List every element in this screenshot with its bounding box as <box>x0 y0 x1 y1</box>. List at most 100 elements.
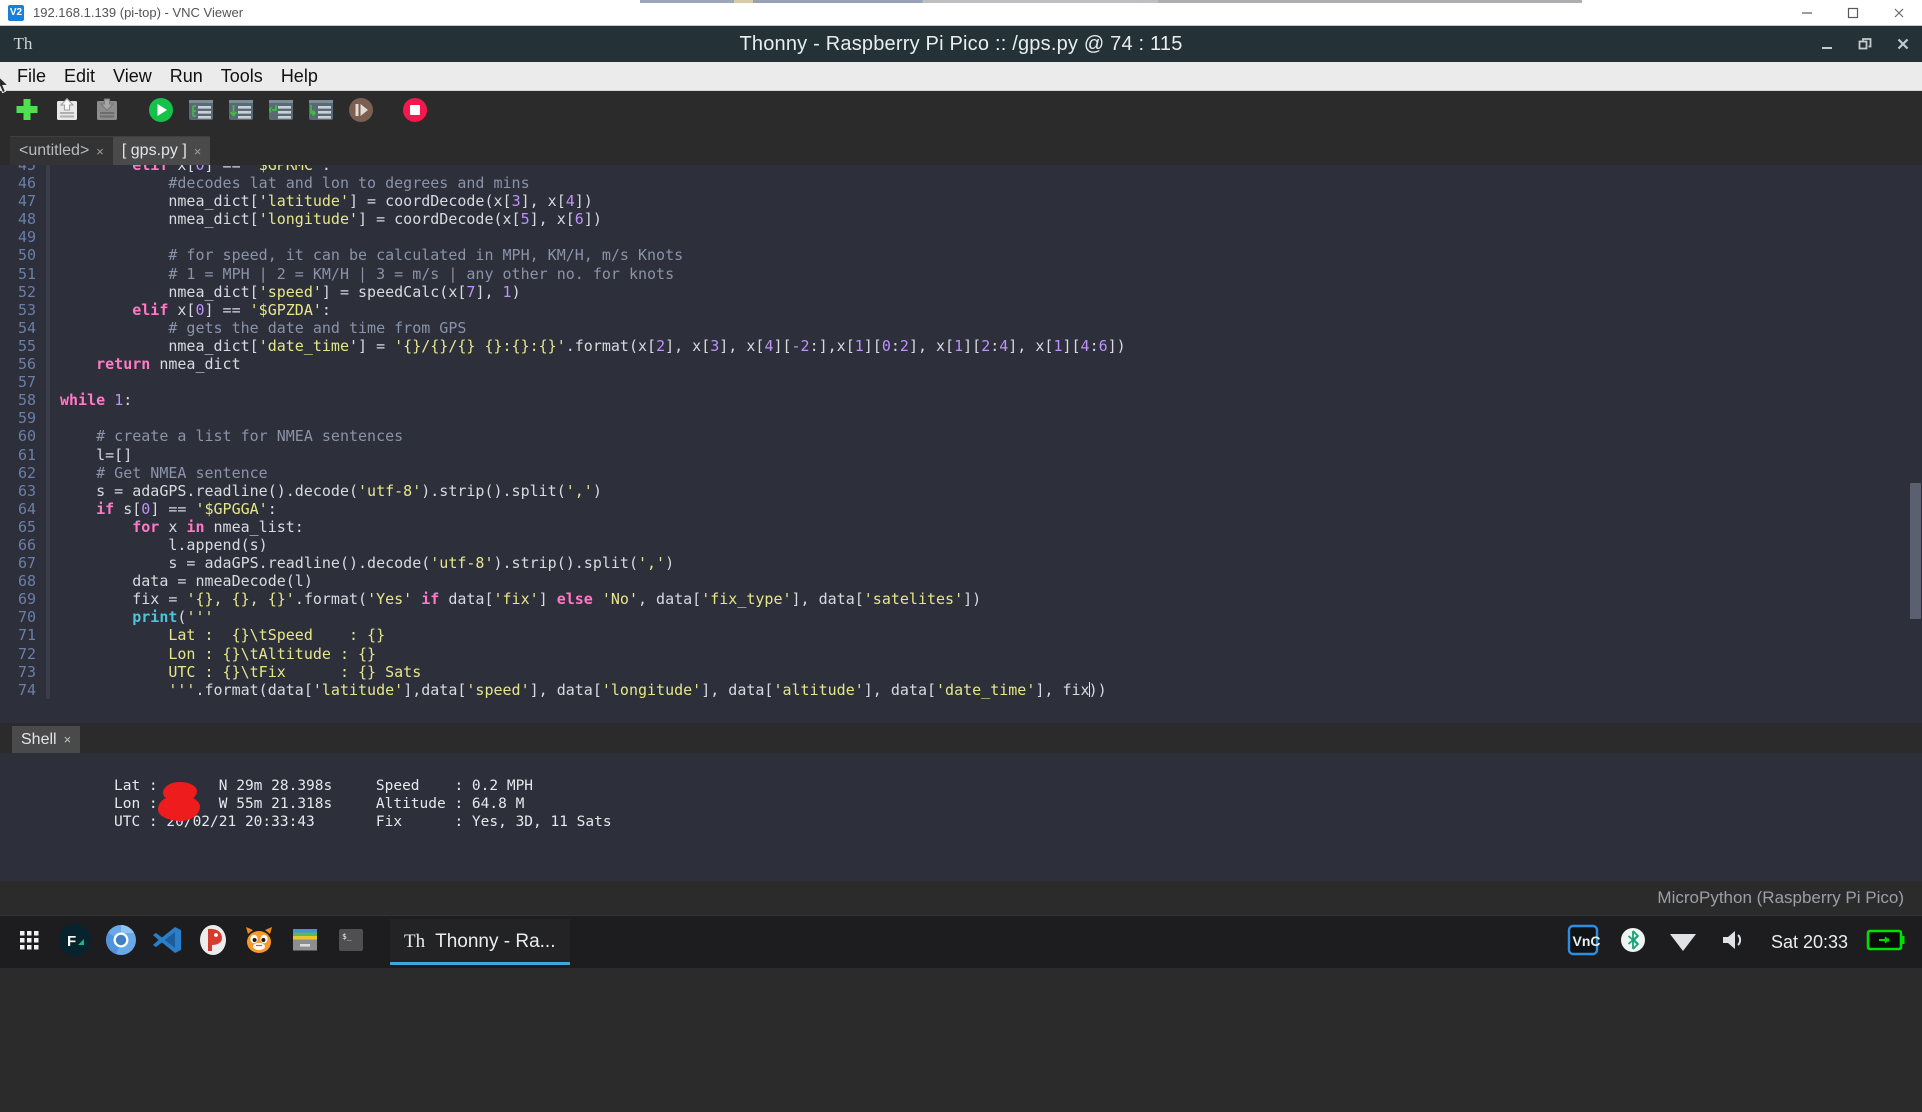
code-text[interactable]: Lon : {}\tAltitude : {} <box>50 645 376 663</box>
code-line[interactable]: 48 nmea_dict['longitude'] = coordDecode(… <box>0 210 1922 229</box>
code-line[interactable]: 49 <box>0 228 1922 247</box>
code-text[interactable]: for x in nmea_list: <box>50 518 304 536</box>
launcher-chromium[interactable] <box>98 919 144 965</box>
code-text[interactable]: l.append(s) <box>50 536 267 554</box>
thonny-close-button[interactable] <box>1884 26 1922 62</box>
code-text[interactable]: data = nmeaDecode(l) <box>50 572 313 590</box>
launcher-terminal[interactable]: $_ <box>328 919 374 965</box>
editor-tab-untitled[interactable]: <untitled> × <box>10 136 113 165</box>
wifi-button[interactable] <box>1661 920 1705 964</box>
code-line[interactable]: 58 while 1: <box>0 391 1922 410</box>
taskbar-window-thonny[interactable]: Th Thonny - Ra... <box>390 919 570 965</box>
code-line[interactable]: 46 #decodes lat and lon to degrees and m… <box>0 174 1922 193</box>
code-line[interactable]: 59 <box>0 409 1922 428</box>
code-text[interactable]: # 1 = MPH | 2 = KM/H | 3 = m/s | any oth… <box>50 265 674 283</box>
code-text[interactable]: l=[] <box>50 446 132 464</box>
code-line[interactable]: 65 for x in nmea_list: <box>0 517 1922 536</box>
code-line[interactable]: 72 Lon : {}\tAltitude : {} <box>0 644 1922 663</box>
volume-button[interactable] <box>1711 920 1755 964</box>
new-file-button[interactable] <box>10 95 44 129</box>
code-text[interactable]: # gets the date and time from GPS <box>50 319 466 337</box>
debug-button[interactable] <box>184 95 218 129</box>
menu-view[interactable]: View <box>104 63 161 89</box>
code-text[interactable]: print(''' <box>50 608 213 626</box>
thonny-restore-button[interactable] <box>1846 26 1884 62</box>
save-file-button[interactable] <box>90 95 124 129</box>
menu-help[interactable]: Help <box>272 63 327 89</box>
step-out-button[interactable] <box>304 95 338 129</box>
battery-button[interactable] <box>1864 920 1908 964</box>
code-text[interactable]: nmea_dict['speed'] = speedCalc(x[7], 1) <box>50 283 520 301</box>
step-into-button[interactable] <box>264 95 298 129</box>
launcher-vscode[interactable] <box>144 919 190 965</box>
code-line[interactable]: 68 data = nmeaDecode(l) <box>0 572 1922 591</box>
shell-tab[interactable]: Shell × <box>12 726 81 753</box>
launcher-file-manager[interactable] <box>282 919 328 965</box>
menu-tools[interactable]: Tools <box>212 63 272 89</box>
editor-tab-gps-py[interactable]: [ gps.py ] × <box>112 136 211 165</box>
code-text[interactable]: nmea_dict['latitude'] = coordDecode(x[3]… <box>50 192 592 210</box>
thonny-minimize-button[interactable] <box>1808 26 1846 62</box>
code-line[interactable]: 60 # create a list for NMEA sentences <box>0 427 1922 446</box>
code-text[interactable]: while 1: <box>50 391 132 409</box>
menu-run[interactable]: Run <box>161 63 212 89</box>
code-text[interactable]: return nmea_dict <box>50 355 241 373</box>
bluetooth-button[interactable] <box>1611 920 1655 964</box>
vnc-tray-button[interactable]: VnC <box>1561 920 1605 964</box>
code-text[interactable]: # Get NMEA sentence <box>50 464 268 482</box>
resume-button[interactable] <box>344 95 378 129</box>
code-line[interactable]: 50 # for speed, it can be calculated in … <box>0 246 1922 265</box>
code-text[interactable]: #decodes lat and lon to degrees and mins <box>50 174 529 192</box>
editor-tab-close-icon[interactable]: × <box>194 144 202 159</box>
code-line[interactable]: 52 nmea_dict['speed'] = speedCalc(x[7], … <box>0 282 1922 301</box>
vnc-close-button[interactable] <box>1876 0 1922 25</box>
code-line[interactable]: 67 s = adaGPS.readline().decode('utf-8')… <box>0 554 1922 573</box>
code-text[interactable]: nmea_dict['longitude'] = coordDecode(x[5… <box>50 210 602 228</box>
code-line[interactable]: 57 <box>0 373 1922 392</box>
code-line[interactable]: 55 nmea_dict['date_time'] = '{}/{}/{} {}… <box>0 336 1922 356</box>
open-file-button[interactable] <box>50 95 84 129</box>
taskbar-clock[interactable]: Sat 20:33 <box>1761 932 1858 953</box>
code-line[interactable]: 62 # Get NMEA sentence <box>0 463 1922 482</box>
menu-edit[interactable]: Edit <box>55 63 104 89</box>
code-text[interactable]: # create a list for NMEA sentences <box>50 427 403 445</box>
code-line[interactable]: 69 fix = '{}, {}, {}'.format('Yes' if da… <box>0 590 1922 609</box>
code-line[interactable]: 74 '''.format(data['latitude'],data['spe… <box>0 680 1922 699</box>
code-text[interactable] <box>50 409 60 427</box>
code-text[interactable]: elif x[0] == '$GPZDA': <box>50 301 331 319</box>
code-text[interactable]: nmea_dict['date_time'] = '{}/{}/{} {}:{}… <box>50 337 1125 355</box>
vnc-maximize-button[interactable] <box>1830 0 1876 25</box>
code-text[interactable]: if s[0] == '$GPGGA': <box>50 500 277 518</box>
code-text[interactable]: fix = '{}, {}, {}'.format('Yes' if data[… <box>50 590 981 608</box>
code-line[interactable]: 54 # gets the date and time from GPS <box>0 318 1922 337</box>
code-text[interactable]: Lat : {}\tSpeed : {} <box>50 626 385 644</box>
code-line[interactable]: 66 l.append(s) <box>0 535 1922 555</box>
code-text[interactable]: # for speed, it can be calculated in MPH… <box>50 246 683 264</box>
code-text[interactable] <box>50 373 60 391</box>
code-line[interactable]: 73 UTC : {}\tFix : {} Sats <box>0 662 1922 681</box>
code-line[interactable]: 63 s = adaGPS.readline().decode('utf-8')… <box>0 481 1922 500</box>
shell-tab-close-icon[interactable]: × <box>64 732 72 747</box>
code-text[interactable]: '''.format(data['latitude'],data['speed'… <box>50 681 1106 699</box>
code-line[interactable]: 61 l=[] <box>0 445 1922 464</box>
code-line[interactable]: 70 print(''' <box>0 608 1922 627</box>
code-editor[interactable]: 45 elif x[0] == '$GPRMC': 46 #decodes lat… <box>0 165 1922 723</box>
editor-vertical-scrollbar[interactable] <box>1908 165 1922 723</box>
interpreter-label[interactable]: MicroPython (Raspberry Pi Pico) <box>1657 888 1904 908</box>
shell-output-panel[interactable]: Lat : N 29m 28.398s Speed : 0.2 MPH Lon … <box>0 753 1922 881</box>
code-line[interactable]: 51 # 1 = MPH | 2 = KM/H | 3 = m/s | any … <box>0 264 1922 283</box>
code-text[interactable]: UTC : {}\tFix : {} Sats <box>50 663 421 681</box>
stop-button[interactable] <box>398 95 432 129</box>
code-line[interactable]: 45 elif x[0] == '$GPRMC': <box>0 165 1922 175</box>
code-line[interactable]: 56 return nmea_dict <box>0 355 1922 374</box>
code-text[interactable]: s = adaGPS.readline().decode('utf-8').st… <box>50 482 602 500</box>
app-menu-button[interactable] <box>6 919 52 965</box>
menu-file[interactable]: File <box>8 63 55 89</box>
code-line[interactable]: 64 if s[0] == '$GPGGA': <box>0 499 1922 518</box>
run-button[interactable] <box>144 95 178 129</box>
code-line[interactable]: 53 elif x[0] == '$GPZDA': <box>0 300 1922 319</box>
code-text[interactable]: s = adaGPS.readline().decode('utf-8').st… <box>50 554 674 572</box>
code-line[interactable]: 47 nmea_dict['latitude'] = coordDecode(x… <box>0 192 1922 211</box>
launcher-scratch[interactable] <box>236 919 282 965</box>
step-over-button[interactable] <box>224 95 258 129</box>
